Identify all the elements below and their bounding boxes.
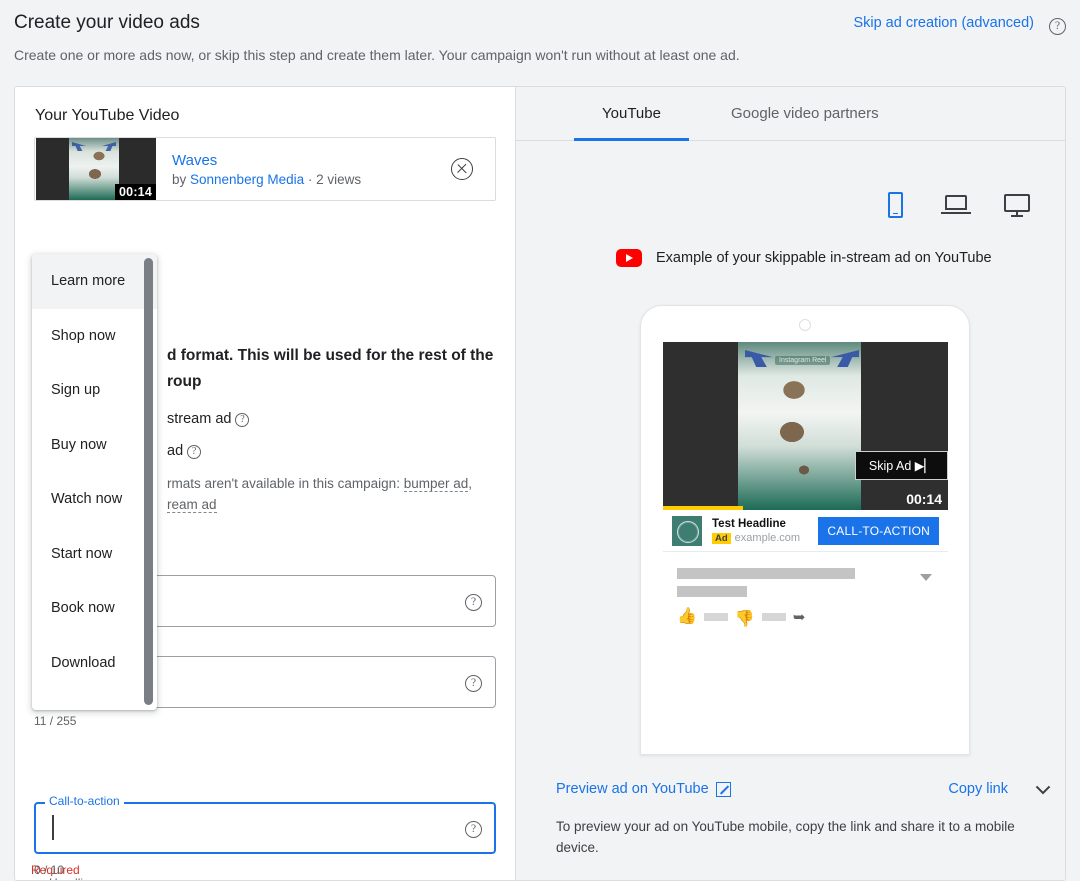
- view-count: 2 views: [316, 172, 361, 187]
- ad-preview-pane: YouTube Google video partners Example of…: [515, 87, 1066, 881]
- dropdown-option-download[interactable]: Download: [32, 636, 157, 691]
- skip-ad-button[interactable]: Skip Ad ▶▏: [855, 451, 948, 480]
- dropdown-option-learn-more[interactable]: Learn more: [32, 254, 157, 309]
- video-thumbnail: 00:14: [36, 138, 156, 200]
- cta-box: [34, 802, 496, 854]
- expand-chevron-icon[interactable]: [1036, 785, 1050, 799]
- placeholder-bar-subtitle: [677, 586, 747, 597]
- header-help-button[interactable]: ?: [1049, 16, 1066, 35]
- note-comma: ,: [468, 476, 472, 491]
- chevron-down-icon[interactable]: [920, 574, 932, 581]
- cta-help-button[interactable]: ?: [465, 819, 482, 838]
- remove-video-icon[interactable]: [451, 158, 473, 180]
- dropdown-scrollbar[interactable]: [144, 258, 153, 705]
- channel-link[interactable]: Sonnenberg Media: [190, 172, 304, 187]
- ad-badge: Ad: [712, 533, 731, 544]
- tab-youtube[interactable]: YouTube: [574, 87, 689, 141]
- preview-tabs: YouTube Google video partners: [516, 87, 1066, 141]
- laptop-icon[interactable]: [941, 192, 971, 218]
- preview-hint-text: To preview your ad on YouTube mobile, co…: [556, 816, 1026, 858]
- device-toggle-group: [880, 192, 1032, 218]
- headline-label: Headline: [45, 876, 100, 881]
- placeholder-bar-title: [677, 568, 855, 579]
- dropdown-option-shop-now[interactable]: Shop now: [32, 309, 157, 364]
- dropdown-option-sign-up[interactable]: Sign up: [32, 363, 157, 418]
- dropdown-option-watch-now[interactable]: Watch now: [32, 472, 157, 527]
- preview-ad-on-youtube-link[interactable]: Preview ad on YouTube: [556, 781, 709, 797]
- text-caret: [52, 815, 54, 840]
- help-icon: ?: [465, 821, 482, 838]
- help-icon: ?: [465, 594, 482, 611]
- phone-preview-mock: Instagram Reel Skip Ad ▶▏ 00:14 Test Hea…: [640, 305, 970, 755]
- page-subtitle: Create one or more ads now, or skip this…: [14, 47, 740, 63]
- page-header: Create your video ads Skip ad creation (…: [0, 0, 1080, 78]
- format-2-help-icon[interactable]: ?: [187, 445, 201, 459]
- tab-google-video-partners[interactable]: Google video partners: [731, 87, 879, 141]
- format-row-1-label: stream ad: [167, 411, 231, 427]
- preview-cta-button[interactable]: CALL-TO-ACTION: [818, 517, 939, 545]
- ad-companion-banner: Test Headline Ad example.com CALL-TO-ACTI…: [663, 510, 948, 552]
- dropdown-option-book-now[interactable]: Book now: [32, 581, 157, 636]
- bumper-ad-link[interactable]: bumper ad: [404, 476, 469, 492]
- outstream-ad-link[interactable]: ream ad: [167, 497, 217, 513]
- dropdown-option-buy-now[interactable]: Buy now: [32, 418, 157, 473]
- help-icon: ?: [465, 675, 482, 692]
- obscured-format-row-2: ad?: [167, 443, 517, 459]
- example-label: Example of your skippable in-stream ad o…: [656, 250, 992, 266]
- preview-video-frame: [738, 342, 861, 510]
- unavailable-formats-note: rmats aren't available in this campaign:…: [167, 473, 517, 515]
- share-icon[interactable]: ➥: [793, 608, 806, 626]
- desktop-icon[interactable]: [1002, 192, 1032, 218]
- format-1-help-icon[interactable]: ?: [235, 413, 249, 427]
- your-youtube-video-heading: Your YouTube Video: [35, 107, 179, 125]
- ad-text-block: Test Headline Ad example.com: [712, 518, 818, 544]
- youtube-logo-icon: [616, 249, 642, 267]
- obscured-line-2: roup: [167, 369, 517, 395]
- preview-video: Instagram Reel Skip Ad ▶▏ 00:14: [663, 342, 948, 510]
- byline-separator: ·: [304, 172, 316, 187]
- preview-below-player: 👍 👍 ➥: [663, 552, 948, 632]
- video-duration-badge: 00:14: [115, 184, 156, 200]
- placeholder-bar-dislike-count: [762, 613, 786, 621]
- video-byline: by Sonnenberg Media · 2 views: [172, 172, 451, 187]
- preview-ad-headline: Test Headline: [712, 518, 818, 530]
- preview-ad-url-row: Ad example.com: [712, 532, 818, 544]
- byline-prefix: by: [172, 172, 190, 187]
- format-row-2-label: ad: [167, 443, 183, 459]
- cta-field[interactable]: Call-to-action ?: [34, 802, 496, 854]
- final-url-help-button[interactable]: ?: [465, 592, 482, 611]
- thumbs-up-icon[interactable]: 👍: [677, 609, 697, 625]
- advertiser-logo: [672, 516, 702, 546]
- ad-creation-card: Your YouTube Video 00:14 Waves by Sonnen…: [14, 86, 1066, 881]
- display-url-counter: 11 / 255: [34, 714, 496, 728]
- preview-ad-url: example.com: [735, 532, 800, 544]
- page-title: Create your video ads: [14, 12, 200, 34]
- reaction-row: 👍 👍 ➥: [677, 608, 805, 626]
- note-text: rmats aren't available in this campaign:: [167, 476, 404, 491]
- mobile-icon[interactable]: [880, 192, 910, 218]
- example-label-row: Example of your skippable in-stream ad o…: [616, 249, 992, 267]
- page-root: Create your video ads Skip ad creation (…: [0, 0, 1080, 881]
- help-icon: ?: [1049, 18, 1066, 35]
- display-url-help-button[interactable]: ?: [465, 673, 482, 692]
- cta-counter: 0 / 10: [34, 863, 496, 877]
- video-meta: Waves by Sonnenberg Media · 2 views: [172, 152, 451, 187]
- camera-icon: [799, 319, 811, 331]
- selected-video-row: 00:14 Waves by Sonnenberg Media · 2 view…: [34, 137, 496, 201]
- cta-label: Call-to-action: [45, 794, 124, 808]
- obscured-body-text: d format. This will be used for the rest…: [167, 343, 517, 515]
- preview-video-time: 00:14: [906, 491, 942, 507]
- placeholder-bar-like-count: [704, 613, 728, 621]
- skip-ad-creation-link[interactable]: Skip ad creation (advanced): [853, 15, 1034, 31]
- external-link-icon: [716, 782, 731, 797]
- thumbs-down-icon[interactable]: 👍: [735, 609, 755, 625]
- video-title-link[interactable]: Waves: [172, 152, 451, 169]
- copy-link-button[interactable]: Copy link: [948, 781, 1008, 797]
- obscured-line-1: d format. This will be used for the rest…: [167, 343, 517, 369]
- obscured-format-row-1: stream ad?: [167, 411, 517, 427]
- preview-overlay-tag: Instagram Reel: [775, 356, 830, 365]
- dropdown-option-start-now[interactable]: Start now: [32, 527, 157, 582]
- cta-options-dropdown[interactable]: Learn more Shop now Sign up Buy now Watc…: [32, 254, 157, 710]
